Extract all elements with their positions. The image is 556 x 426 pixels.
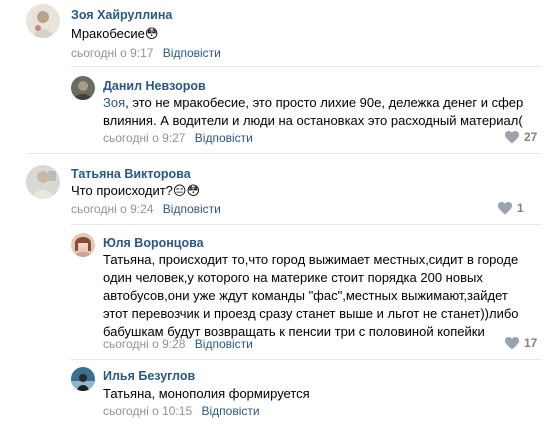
avatar[interactable] xyxy=(71,233,95,257)
reply-link[interactable]: Відповісти xyxy=(201,404,259,418)
divider xyxy=(71,359,541,360)
like-button[interactable]: 1 xyxy=(498,201,524,215)
comment-meta: сьогодні о 10:15 Відповісти xyxy=(103,403,260,419)
comment-author[interactable]: Юля Воронцова xyxy=(103,235,204,251)
reply-link[interactable]: Відповісти xyxy=(163,46,221,60)
like-count: 1 xyxy=(517,201,524,215)
comment-author[interactable]: Данил Невзоров xyxy=(103,78,206,94)
comment-text: Татьяна, монополия формируется xyxy=(103,386,310,401)
reply-link[interactable]: Відповісти xyxy=(163,202,221,216)
comment-meta: сьогодні о 9:28 Відповісти xyxy=(103,336,253,352)
comment-time[interactable]: сьогодні о 9:17 xyxy=(71,46,153,60)
avatar[interactable] xyxy=(71,367,95,391)
comment-text: Татьяна, происходит то,что город выжимае… xyxy=(103,252,519,339)
comment-time[interactable]: сьогодні о 9:24 xyxy=(71,202,153,216)
comment-meta: сьогодні о 9:24 Відповісти xyxy=(71,201,221,217)
divider xyxy=(71,224,541,225)
like-button[interactable]: 17 xyxy=(505,336,537,350)
avatar[interactable] xyxy=(71,76,95,100)
comment-author[interactable]: Илья Безуглов xyxy=(103,368,195,384)
comment-meta: сьогодні о 9:17 Відповісти xyxy=(71,45,221,61)
mention-link[interactable]: Зоя xyxy=(103,95,125,110)
divider xyxy=(71,66,541,67)
heart-icon xyxy=(505,336,519,349)
comment-author[interactable]: Татьяна Викторова xyxy=(71,166,191,182)
comment-time[interactable]: сьогодні о 10:15 xyxy=(103,404,192,418)
reply-link[interactable]: Відповісти xyxy=(195,337,253,351)
like-count: 27 xyxy=(524,130,538,144)
comment-text: Что происходит?😑😳 xyxy=(71,183,201,198)
like-button[interactable]: 27 xyxy=(505,130,537,144)
avatar[interactable] xyxy=(26,165,60,199)
comment-text-body: , это не мракобесие, это просто лихие 90… xyxy=(103,95,524,128)
comment-text: Мракобесие😳 xyxy=(71,26,159,41)
avatar[interactable] xyxy=(26,4,60,38)
heart-icon xyxy=(505,130,519,143)
comment-time[interactable]: сьогодні о 9:28 xyxy=(103,337,185,351)
comment-meta: сьогодні о 9:27 Відповісти xyxy=(103,130,253,146)
reply-link[interactable]: Відповісти xyxy=(195,131,253,145)
heart-icon xyxy=(498,201,512,214)
divider xyxy=(26,153,541,154)
comment-text: Зоя, это не мракобесие, это просто лихие… xyxy=(103,94,543,130)
like-count: 17 xyxy=(524,336,538,350)
comment-time[interactable]: сьогодні о 9:27 xyxy=(103,131,185,145)
comment-author[interactable]: Зоя Хайруллина xyxy=(71,7,172,23)
